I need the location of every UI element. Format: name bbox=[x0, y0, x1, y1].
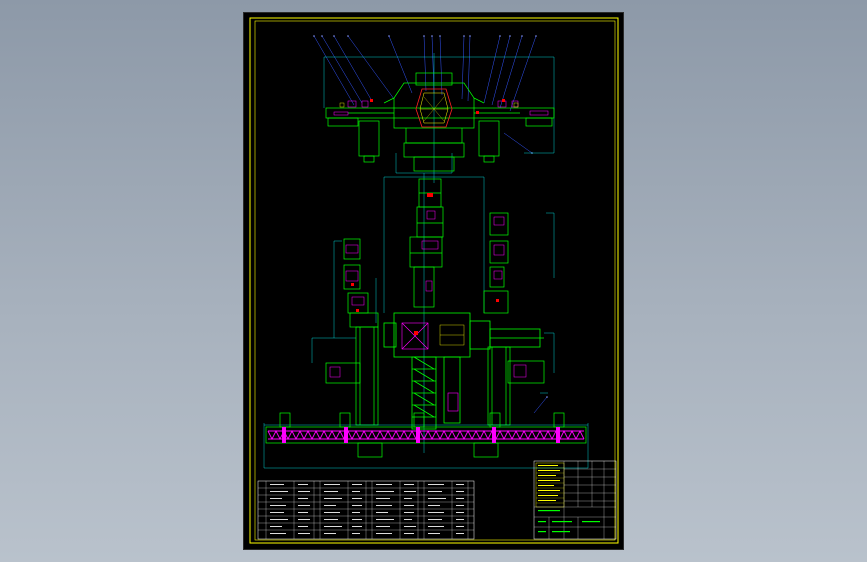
right-arm-dimensions bbox=[540, 212, 555, 394]
parts-list-grid bbox=[258, 481, 474, 539]
base-rail bbox=[263, 412, 589, 469]
leader-lines bbox=[313, 35, 537, 154]
right-leader bbox=[533, 396, 548, 414]
inner-frame bbox=[254, 20, 616, 541]
column-red-mark bbox=[427, 193, 433, 197]
parts-list-table bbox=[257, 480, 475, 540]
gearbox-body bbox=[325, 72, 555, 172]
right-arm-assembly bbox=[483, 212, 555, 426]
left-arm-body bbox=[325, 238, 379, 426]
drawing-sheet bbox=[244, 13, 623, 549]
right-arm-red-mark bbox=[496, 299, 499, 302]
left-arm-assembly bbox=[311, 238, 379, 426]
right-balloon bbox=[546, 396, 548, 398]
center-head-assembly bbox=[383, 312, 544, 430]
head-yellow-detail bbox=[439, 324, 465, 346]
balloon-markers bbox=[313, 35, 537, 154]
assembly-drawing bbox=[249, 17, 619, 544]
base-hatch-rack bbox=[267, 429, 585, 441]
title-block bbox=[533, 460, 617, 540]
cad-viewport[interactable] bbox=[0, 0, 867, 562]
right-arm-body bbox=[483, 212, 545, 426]
top-section-view bbox=[313, 35, 555, 183]
title-block-green-text bbox=[538, 510, 600, 533]
head-red-mark bbox=[414, 331, 418, 335]
